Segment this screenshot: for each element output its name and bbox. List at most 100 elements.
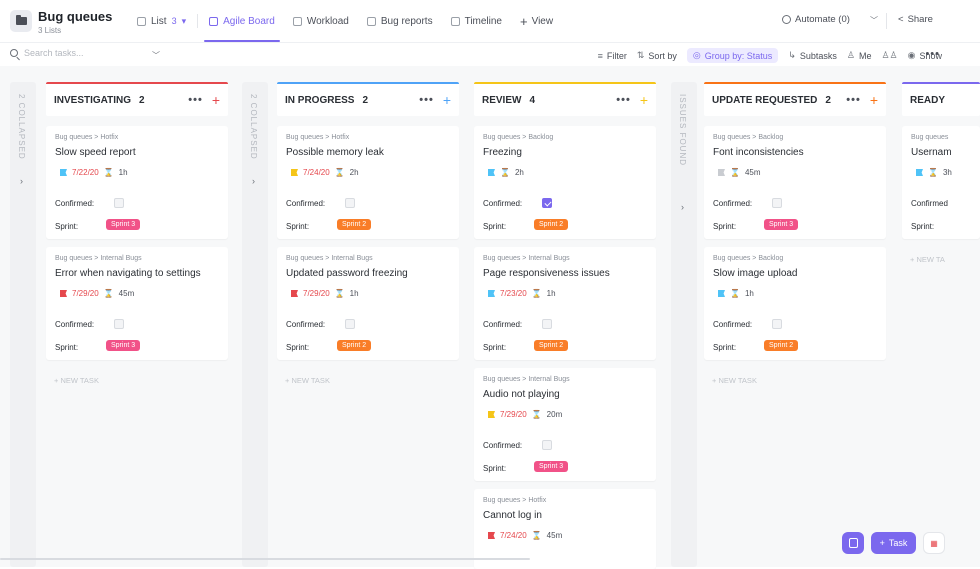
priority-flag-icon[interactable] [718, 169, 725, 176]
sprint-badge[interactable]: Sprint 3 [534, 461, 569, 472]
task-card[interactable]: Bug queues > Backlog Font inconsistencies… [704, 126, 886, 239]
task-card[interactable]: Bug queues Usernam ⌛ 3h Confirmed Sprint: [902, 126, 980, 239]
expand-chevron-icon[interactable]: › [20, 176, 23, 186]
sort-button[interactable]: ⇅ Sort by [637, 50, 677, 61]
column-menu-icon[interactable]: ••• [188, 94, 203, 106]
due-date[interactable]: 7/29/20 [303, 289, 330, 298]
expand-chevron-icon[interactable]: › [252, 176, 255, 186]
priority-flag-icon[interactable] [488, 532, 495, 539]
task-card[interactable]: Bug queues > Hotfix Slow speed report 7/22… [46, 126, 228, 239]
due-date[interactable]: 7/29/20 [500, 410, 527, 419]
sprint-badge[interactable]: Sprint 2 [764, 340, 799, 351]
collapsed-column[interactable]: ISSUES FOUND › [671, 82, 697, 567]
tab-timeline[interactable]: Timeline [442, 0, 511, 42]
confirmed-checkbox[interactable] [772, 198, 782, 208]
time-estimate[interactable]: 2h [350, 168, 359, 177]
tab-list[interactable]: List 3 ▾ [128, 0, 195, 42]
chevron-down-icon[interactable]: ﹀ [152, 50, 160, 61]
add-task-plus-icon[interactable]: + [640, 92, 648, 108]
due-date[interactable]: 7/29/20 [72, 289, 99, 298]
new-task-button[interactable]: + NEW TASK [712, 376, 757, 385]
priority-flag-icon[interactable] [718, 290, 725, 297]
due-date[interactable]: 7/22/20 [72, 168, 99, 177]
confirmed-checkbox[interactable] [542, 440, 552, 450]
confirmed-checkbox[interactable] [345, 319, 355, 329]
add-task-plus-icon[interactable]: + [443, 92, 451, 108]
more-options-icon[interactable]: ••• [925, 48, 940, 60]
add-task-button[interactable]: + Task [871, 532, 916, 554]
priority-flag-icon[interactable] [488, 290, 495, 297]
due-date[interactable]: 7/24/20 [500, 531, 527, 540]
me-button[interactable]: ♙ Me [847, 50, 872, 61]
priority-flag-icon[interactable] [291, 169, 298, 176]
notepad-button[interactable] [842, 532, 864, 554]
confirmed-checkbox[interactable] [542, 198, 552, 208]
collapsed-column[interactable]: 2 COLLAPSED › [242, 82, 268, 567]
sprint-badge[interactable]: Sprint 3 [106, 340, 141, 351]
time-estimate[interactable]: 1h [745, 289, 754, 298]
time-estimate[interactable]: 45m [547, 531, 563, 540]
column-menu-icon[interactable]: ••• [616, 94, 631, 106]
confirmed-checkbox[interactable] [542, 319, 552, 329]
chevron-down-icon[interactable]: ﹀ [870, 15, 878, 26]
time-estimate[interactable]: 45m [119, 289, 135, 298]
add-view-button[interactable]: + View [511, 14, 562, 29]
task-card[interactable]: Bug queues > Hotfix Cannot log in 7/24/20 ⌛… [474, 489, 656, 569]
due-date[interactable]: 7/24/20 [303, 168, 330, 177]
tab-workload[interactable]: Workload [284, 0, 358, 42]
time-estimate[interactable]: 2h [515, 168, 524, 177]
priority-flag-icon[interactable] [60, 169, 67, 176]
confirmed-checkbox[interactable] [114, 198, 124, 208]
add-task-plus-icon[interactable]: + [212, 92, 220, 108]
confirmed-checkbox[interactable] [772, 319, 782, 329]
add-task-plus-icon[interactable]: + [870, 92, 878, 108]
time-estimate[interactable]: 20m [547, 410, 563, 419]
expand-chevron-icon[interactable]: › [681, 202, 684, 212]
collapsed-column[interactable]: 2 COLLAPSED › [10, 82, 36, 567]
task-card[interactable]: Bug queues > Backlog Freezing ⌛ 2h Confirmed… [474, 126, 656, 239]
assignees-button[interactable]: ♙♙ [881, 50, 897, 61]
priority-flag-icon[interactable] [916, 169, 923, 176]
time-estimate[interactable]: 1h [547, 289, 556, 298]
sprint-badge[interactable]: Sprint 2 [337, 219, 372, 230]
confirmed-checkbox[interactable] [114, 319, 124, 329]
task-card[interactable]: Bug queues > Internal Bugs Error when nav… [46, 247, 228, 360]
task-card[interactable]: Bug queues > Internal Bugs Audio not play… [474, 368, 656, 481]
new-task-button[interactable]: + NEW TA [910, 255, 945, 264]
sprint-badge[interactable]: Sprint 3 [764, 219, 799, 230]
task-title: Updated password freezing [286, 268, 408, 279]
tab-bug-reports[interactable]: Bug reports [358, 0, 442, 42]
task-card[interactable]: Bug queues > Hotfix Possible memory leak 7… [277, 126, 459, 239]
due-date[interactable]: 7/23/20 [500, 289, 527, 298]
task-card[interactable]: Bug queues > Backlog Slow image upload ⌛ 1h… [704, 247, 886, 360]
sprint-badge[interactable]: Sprint 3 [106, 219, 141, 230]
column-menu-icon[interactable]: ••• [419, 94, 434, 106]
folder-icon[interactable] [10, 10, 32, 32]
time-estimate[interactable]: 1h [350, 289, 359, 298]
priority-flag-icon[interactable] [291, 290, 298, 297]
search-input[interactable]: Search tasks... [10, 48, 84, 58]
time-estimate[interactable]: 1h [119, 168, 128, 177]
new-task-button[interactable]: + NEW TASK [54, 376, 99, 385]
time-estimate[interactable]: 3h [943, 168, 952, 177]
subtasks-button[interactable]: ↳ Subtasks [788, 50, 837, 61]
horizontal-scrollbar[interactable] [0, 558, 530, 560]
confirmed-checkbox[interactable] [345, 198, 355, 208]
task-card[interactable]: Bug queues > Internal Bugs Page responsiv… [474, 247, 656, 360]
time-estimate[interactable]: 45m [745, 168, 761, 177]
apps-grid-icon[interactable]: ▦ [923, 532, 945, 554]
sprint-badge[interactable]: Sprint 2 [337, 340, 372, 351]
sprint-badge[interactable]: Sprint 2 [534, 340, 569, 351]
share-button[interactable]: < Share [898, 14, 933, 25]
priority-flag-icon[interactable] [60, 290, 67, 297]
filter-button[interactable]: ≡ Filter [598, 51, 627, 61]
sprint-badge[interactable]: Sprint 2 [534, 219, 569, 230]
group-by-button[interactable]: ◎ Group by: Status [686, 48, 779, 63]
priority-flag-icon[interactable] [488, 411, 495, 418]
task-card[interactable]: Bug queues > Internal Bugs Updated passwo… [277, 247, 459, 360]
priority-flag-icon[interactable] [488, 169, 495, 176]
automate-button[interactable]: Automate (0) [782, 14, 850, 25]
tab-agile-board[interactable]: Agile Board [200, 0, 284, 42]
column-menu-icon[interactable]: ••• [846, 94, 861, 106]
new-task-button[interactable]: + NEW TASK [285, 376, 330, 385]
